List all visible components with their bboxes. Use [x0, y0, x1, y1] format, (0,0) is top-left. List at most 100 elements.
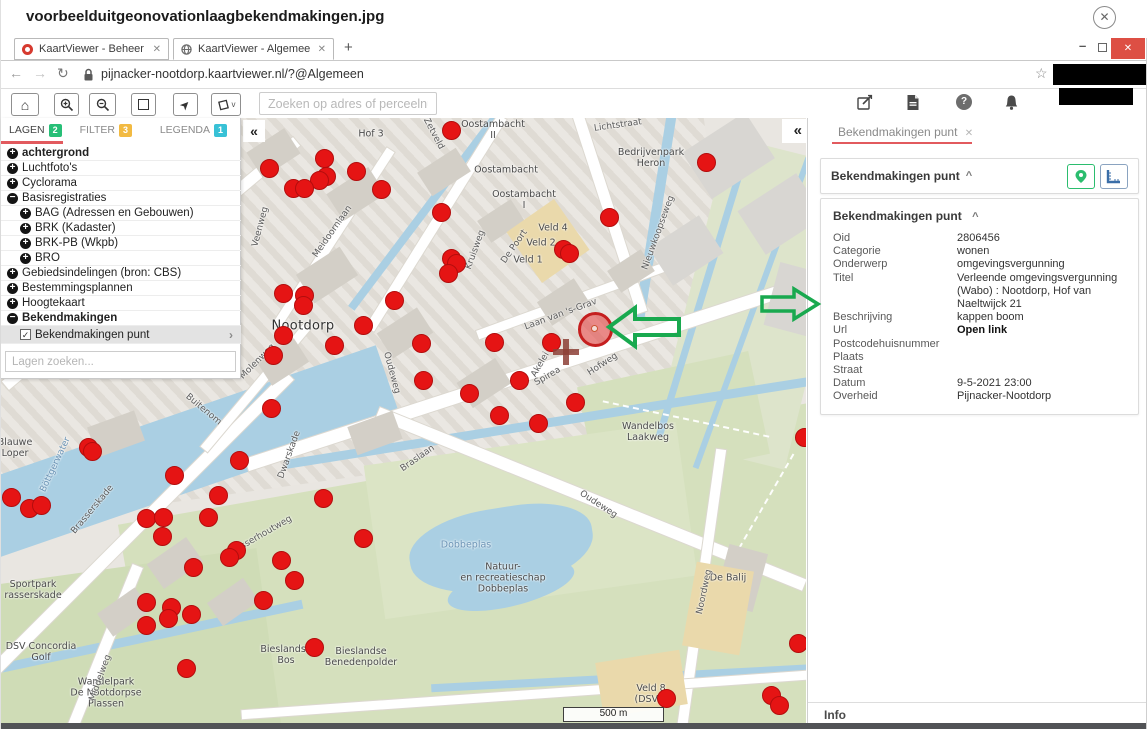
panel-tab[interactable]: Bekendmakingen punt ✕	[838, 125, 973, 139]
map-marker-dot[interactable]	[460, 384, 479, 403]
url-text[interactable]: pijnacker-nootdorp.kaartviewer.nl/?@Alge…	[101, 67, 364, 81]
browser-tab-beheer[interactable]: KaartViewer - Beheer ✕	[14, 38, 169, 60]
pdf-file-icon[interactable]	[906, 94, 920, 111]
map-marker-dot[interactable]	[490, 406, 509, 425]
map-marker-dot[interactable]	[32, 496, 51, 515]
map-marker-dot[interactable]	[354, 529, 373, 548]
map-marker-dot[interactable]	[295, 179, 314, 198]
expand-toggle-icon[interactable]: +	[7, 148, 18, 159]
new-tab-button[interactable]: +	[344, 39, 353, 56]
layer-options-icon[interactable]: ›	[229, 328, 233, 342]
select-polygon-button[interactable]: v	[211, 93, 241, 116]
expand-toggle-icon[interactable]: +	[7, 268, 18, 279]
map-marker-dot[interactable]	[177, 659, 196, 678]
map-marker-dot[interactable]	[220, 548, 239, 567]
map-marker-dot[interactable]	[657, 689, 676, 708]
map-marker-dot[interactable]	[314, 489, 333, 508]
map-marker-dot[interactable]	[274, 326, 293, 345]
map-marker-dot[interactable]	[274, 284, 293, 303]
map-marker-dot[interactable]	[510, 371, 529, 390]
panel-tab-close-icon[interactable]: ✕	[965, 128, 973, 139]
layer-item[interactable]: +Luchtfoto's	[1, 161, 241, 176]
window-maximize-button[interactable]	[1098, 43, 1107, 52]
map-marker-dot[interactable]	[137, 616, 156, 635]
back-icon[interactable]: ←	[9, 65, 23, 81]
feature-title[interactable]: Bekendmakingen punt	[833, 209, 962, 223]
layer-checkbox[interactable]: ✓	[20, 329, 31, 340]
map-marker-dot[interactable]	[315, 149, 334, 168]
map-marker-dot[interactable]	[432, 203, 451, 222]
tab-close-icon[interactable]: ✕	[310, 44, 326, 55]
locate-button[interactable]: ➤	[173, 93, 198, 116]
zoom-out-button[interactable]	[89, 93, 116, 116]
layer-search-input[interactable]	[5, 351, 236, 372]
window-minimize-button[interactable]: –	[1079, 38, 1086, 53]
map-marker-dot[interactable]	[697, 153, 716, 172]
map-marker-dot[interactable]	[485, 333, 504, 352]
sidebar-tab-legenda[interactable]: LEGENDA1	[160, 124, 227, 137]
map-marker-dot[interactable]	[83, 442, 102, 461]
map-marker-dot[interactable]	[789, 634, 806, 653]
map-marker-dot[interactable]	[285, 571, 304, 590]
layer-item[interactable]: −Bekendmakingen	[1, 311, 241, 326]
expand-toggle-icon[interactable]: +	[20, 253, 31, 264]
map-marker-dot[interactable]	[272, 551, 291, 570]
map-marker-dot[interactable]	[264, 346, 283, 365]
layer-item[interactable]: +Bestemmingsplannen	[1, 281, 241, 296]
home-button[interactable]: ⌂	[11, 93, 39, 116]
bell-icon[interactable]	[1004, 94, 1019, 111]
expand-toggle-icon[interactable]: +	[7, 178, 18, 189]
address-search-input[interactable]	[259, 92, 437, 115]
map-marker-dot[interactable]	[184, 558, 203, 577]
map-marker-dot[interactable]	[566, 393, 585, 412]
layer-item[interactable]: +Gebiedsindelingen (bron: CBS)	[1, 266, 241, 281]
map-marker-dot[interactable]	[2, 488, 21, 507]
map-marker-dot[interactable]	[385, 291, 404, 310]
bookmark-star-icon[interactable]: ☆	[1035, 65, 1048, 82]
help-icon[interactable]: ?	[956, 94, 972, 110]
compose-icon[interactable]	[857, 94, 874, 111]
map-marker-dot[interactable]	[770, 696, 789, 715]
map-marker-dot[interactable]	[153, 527, 172, 546]
layer-item[interactable]: +Cyclorama	[1, 176, 241, 191]
collapse-toggle-icon[interactable]: −	[7, 313, 18, 324]
map-marker-dot[interactable]	[529, 414, 548, 433]
forward-icon[interactable]: →	[33, 65, 47, 81]
map-marker-dot[interactable]	[305, 638, 324, 657]
map-marker-dot[interactable]	[414, 371, 433, 390]
map-marker-dot[interactable]	[182, 605, 201, 624]
map-marker-dot[interactable]	[165, 466, 184, 485]
window-close-button[interactable]: ✕	[1111, 38, 1145, 59]
zoom-to-marker-button[interactable]	[1067, 164, 1095, 189]
layer-item[interactable]: +BRO	[1, 251, 241, 266]
map-marker-dot[interactable]	[412, 334, 431, 353]
measure-button[interactable]	[1100, 164, 1128, 189]
map-marker-dot[interactable]	[199, 508, 218, 527]
map-marker-dot[interactable]	[354, 316, 373, 335]
map-marker-dot[interactable]	[439, 264, 458, 283]
expand-toggle-icon[interactable]: +	[7, 163, 18, 174]
layer-item[interactable]: +achtergrond	[1, 146, 241, 161]
expand-toggle-icon[interactable]: +	[7, 283, 18, 294]
map-marker-dot[interactable]	[137, 593, 156, 612]
map-marker-dot[interactable]	[560, 244, 579, 263]
layer-item[interactable]: +BRK-PB (Wkpb)	[1, 236, 241, 251]
expand-toggle-icon[interactable]: +	[20, 208, 31, 219]
map-marker-dot[interactable]	[254, 591, 273, 610]
tab-close-icon[interactable]: ✕	[145, 44, 161, 55]
zoom-in-button[interactable]	[54, 93, 79, 116]
map-marker-dot[interactable]	[294, 296, 313, 315]
map-marker-dot[interactable]	[209, 486, 228, 505]
results-section-header[interactable]: Bekendmakingen punt ^	[820, 158, 1139, 194]
map-marker-dot[interactable]	[442, 121, 461, 140]
expand-toggle-icon[interactable]: +	[20, 223, 31, 234]
map-marker-dot[interactable]	[159, 609, 178, 628]
layer-item[interactable]: ✓Bekendmakingen punt›	[1, 326, 241, 344]
info-section-label[interactable]: Info	[824, 708, 846, 722]
viewer-close-icon[interactable]: ✕	[1093, 6, 1116, 29]
collapse-toggle-icon[interactable]: −	[7, 193, 18, 204]
layer-item[interactable]: −Basisregistraties	[1, 191, 241, 206]
panel-collapse-icon[interactable]: «	[794, 122, 802, 139]
map-marker-dot[interactable]	[154, 508, 173, 527]
map-marker-dot[interactable]	[600, 208, 619, 227]
